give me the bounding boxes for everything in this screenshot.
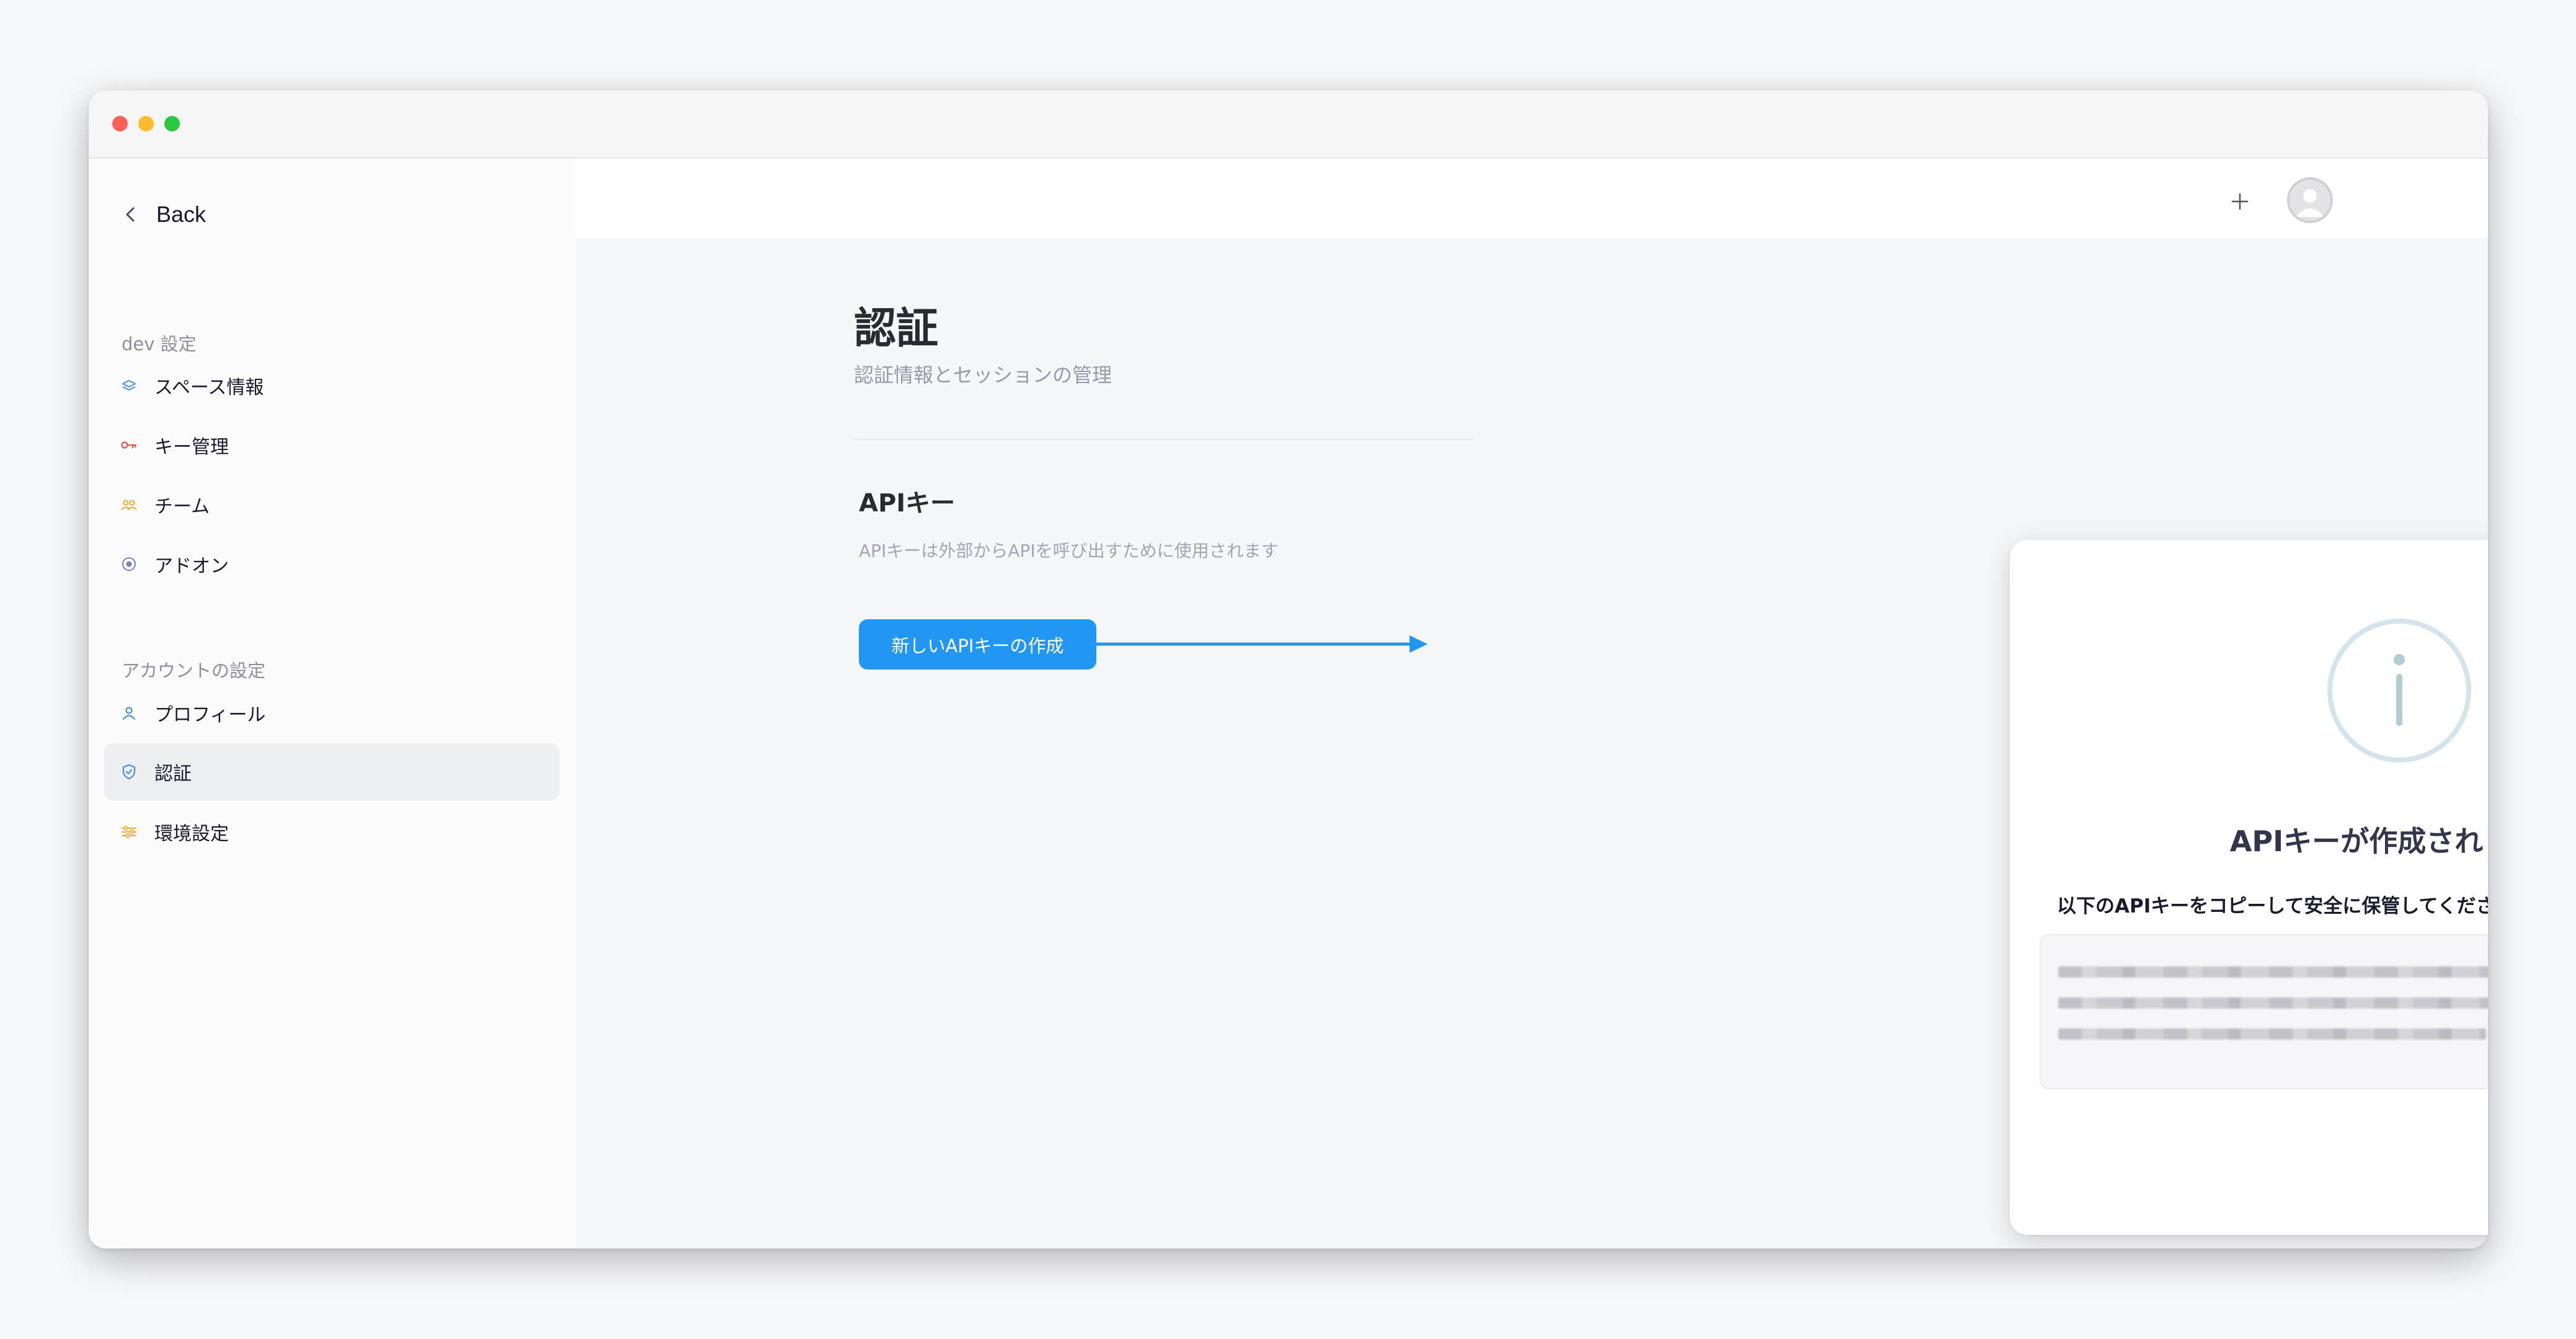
api-key-line: [2058, 966, 2488, 978]
back-label: Back: [156, 201, 207, 227]
sidebar: Back dev 設定 スペース情報 キー管理 チーム アドオン アカウントの設…: [89, 159, 575, 1248]
sidebar-item-addon[interactable]: アドオン: [104, 536, 559, 593]
create-api-key-button[interactable]: 新しいAPIキーの作成: [859, 619, 1096, 670]
add-button[interactable]: [2226, 187, 2254, 216]
addon-icon: [120, 555, 138, 573]
dialog-message: 以下のAPIキーをコピーして安全に保管してください。再照会できません: [2057, 895, 2488, 917]
api-key-line: [2058, 1028, 2486, 1040]
title-bar: [89, 91, 2488, 159]
sidebar-item-label: キー管理: [154, 436, 229, 458]
sidebar-item-label: スペース情報: [154, 377, 264, 399]
top-header: [575, 159, 2488, 238]
maximize-window-button[interactable]: [164, 116, 180, 131]
team-icon: [120, 495, 138, 514]
sidebar-item-label: チーム: [154, 496, 210, 518]
sidebar-item-preferences[interactable]: 環境設定: [104, 803, 559, 860]
key-icon: [120, 436, 138, 454]
main-content: 認証 認証情報とセッションの管理 APIキー APIキーは外部からAPIを呼び出…: [575, 238, 2488, 1248]
page-subtitle: 認証情報とセッションの管理: [854, 363, 1113, 387]
back-button[interactable]: Back: [123, 196, 206, 233]
layers-icon: [120, 376, 138, 395]
sidebar-item-label: プロフィール: [154, 704, 266, 726]
api-key-display[interactable]: [2040, 934, 2488, 1089]
sidebar-item-authentication[interactable]: 認証: [104, 743, 559, 800]
api-key-section-description: APIキーは外部からAPIを呼び出すために使用されます: [859, 541, 1279, 561]
api-key-line: [2058, 997, 2488, 1009]
user-avatar[interactable]: [2287, 177, 2333, 223]
sidebar-item-space-info[interactable]: スペース情報: [104, 357, 559, 414]
user-icon: [120, 704, 138, 722]
api-key-section-title: APIキー: [859, 489, 956, 518]
sidebar-item-label: アドオン: [154, 555, 229, 577]
page-title: 認証: [854, 304, 939, 353]
sliders-icon: [120, 823, 138, 841]
sidebar-item-profile[interactable]: プロフィール: [104, 684, 559, 741]
divider: [854, 438, 1474, 440]
api-key-created-dialog: APIキーが作成されました 以下のAPIキーをコピーして安全に保管してください。…: [2010, 540, 2488, 1235]
shield-icon: [120, 762, 138, 781]
sidebar-item-label: 認証: [154, 763, 192, 785]
sidebar-section-dev-settings: dev 設定: [122, 334, 197, 355]
plus-icon: [2231, 193, 2249, 210]
sidebar-item-team[interactable]: チーム: [104, 476, 559, 533]
sidebar-item-key-management[interactable]: キー管理: [104, 417, 559, 474]
app-window: Back dev 設定 スペース情報 キー管理 チーム アドオン アカウントの設…: [89, 91, 2488, 1248]
minimize-window-button[interactable]: [138, 116, 154, 131]
avatar-icon: [2296, 189, 2324, 217]
dialog-title: APIキーが作成されました: [2229, 824, 2488, 858]
close-window-button[interactable]: [112, 116, 128, 131]
chevron-left-icon: [126, 207, 135, 222]
sidebar-item-label: 環境設定: [154, 823, 229, 845]
arrow-right-icon: [1096, 635, 1428, 653]
sidebar-section-account-settings: アカウントの設定: [122, 660, 266, 681]
info-icon: [2327, 619, 2471, 762]
